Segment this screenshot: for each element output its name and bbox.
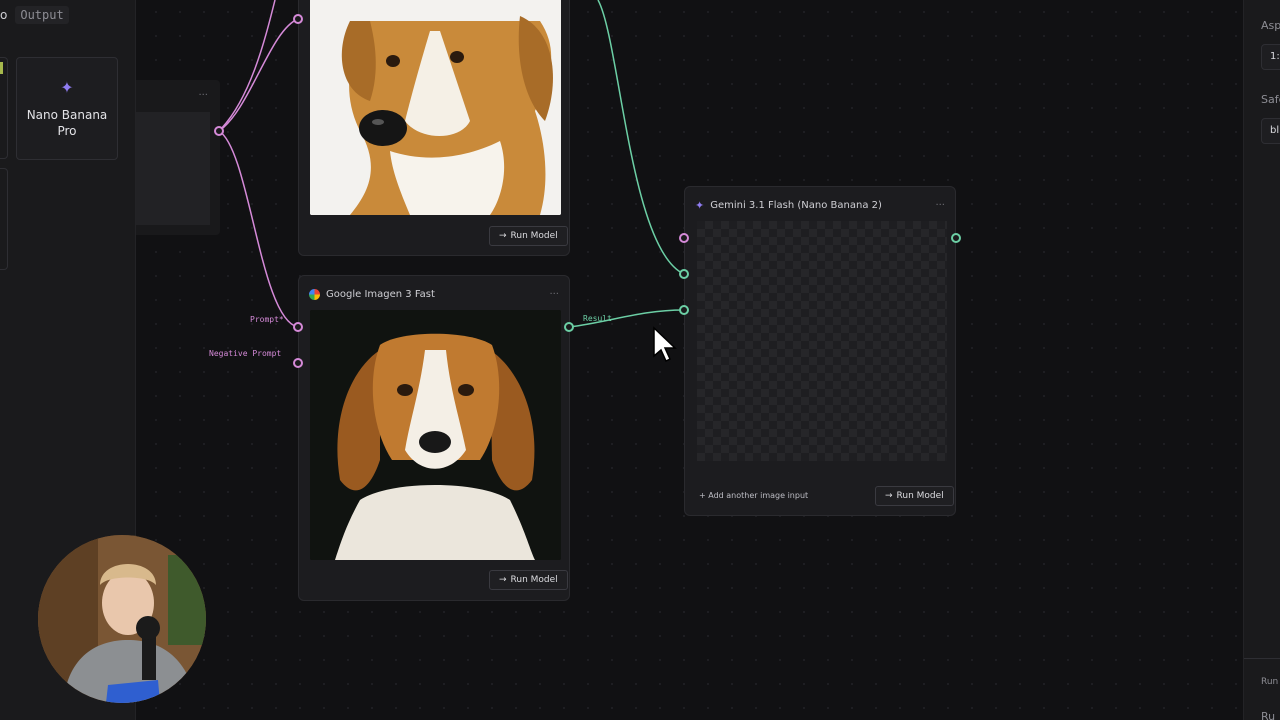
arrow-right-icon: → <box>885 491 893 501</box>
prompt-text-area[interactable] <box>136 112 210 225</box>
result-output-port[interactable] <box>564 322 574 332</box>
wire-top-to-ghost <box>218 0 276 132</box>
model-card-partial[interactable] <box>0 168 8 270</box>
wire-ghost-to-top-input <box>218 18 299 132</box>
node-header[interactable]: Google Imagen 3 Fast ··· <box>309 286 559 302</box>
sparkle-icon: ✦ <box>695 198 705 212</box>
webcam-overlay <box>38 535 206 703</box>
node-menu-icon[interactable]: ··· <box>198 90 208 101</box>
model-card-label: Nano Banana Pro <box>26 108 108 138</box>
run-model-label: Run Model <box>510 575 558 585</box>
wire-ghost-to-prompt <box>218 130 299 328</box>
generated-dog-image <box>310 310 561 560</box>
panel-tabs: o Output <box>0 6 69 24</box>
input-port[interactable] <box>293 14 303 24</box>
mouse-cursor-icon <box>653 326 677 363</box>
node-title: Gemini 3.1 Flash (Nano Banana 2) <box>710 199 882 211</box>
tab-output[interactable]: Output <box>15 6 69 24</box>
prompt-input-port[interactable] <box>679 233 689 243</box>
arrow-right-icon: → <box>499 575 507 585</box>
google-imagen-node[interactable]: Google Imagen 3 Fast ··· → Run Model <box>298 275 570 601</box>
image-input-port[interactable] <box>679 305 689 315</box>
gemini-flash-node[interactable]: ✦ Gemini 3.1 Flash (Nano Banana 2) ··· +… <box>684 186 956 516</box>
add-image-input-link[interactable]: + Add another image input <box>699 491 808 500</box>
result-port-label: Result <box>583 314 612 323</box>
aspect-ratio-label: Asp <box>1261 19 1280 32</box>
node-title: Google Imagen 3 Fast <box>326 288 435 300</box>
sparkle-icon: ✦ <box>60 78 74 97</box>
run-button-partial[interactable]: Ru <box>1261 710 1275 720</box>
run-model-button[interactable]: → Run Model <box>489 570 568 590</box>
output-port[interactable] <box>951 233 961 243</box>
text-prompt-node[interactable]: ··· <box>136 80 220 235</box>
node-menu-icon[interactable]: ··· <box>549 289 559 300</box>
arrow-right-icon: → <box>499 231 507 241</box>
image-node-top[interactable]: → Run Model <box>298 0 570 256</box>
model-card-accent <box>0 62 3 74</box>
run-model-button[interactable]: → Run Model <box>489 226 568 246</box>
node-menu-icon[interactable]: ··· <box>935 200 945 211</box>
wire-top-to-gemini <box>597 0 685 275</box>
prompt-port-label: Prompt* <box>250 315 284 324</box>
prompt-input-port[interactable] <box>293 322 303 332</box>
node-header[interactable]: ✦ Gemini 3.1 Flash (Nano Banana 2) ··· <box>695 197 945 213</box>
negative-prompt-port-label: Negative Prompt <box>209 349 282 358</box>
empty-image-placeholder <box>697 221 947 461</box>
generated-dog-image <box>310 0 561 215</box>
settings-panel: Asp 1:1 Safe bl Run Ru <box>1243 0 1280 720</box>
safety-select[interactable]: bl <box>1261 118 1280 144</box>
tab-partial[interactable]: o <box>0 8 7 22</box>
model-card-nano-banana-pro[interactable]: ✦ Nano Banana Pro <box>16 57 118 160</box>
run-model-button[interactable]: → Run Model <box>875 486 954 506</box>
negative-prompt-input-port[interactable] <box>293 358 303 368</box>
run-model-label: Run Model <box>510 231 558 241</box>
google-icon <box>309 288 320 300</box>
run-model-label: Run Model <box>896 491 944 501</box>
aspect-ratio-select[interactable]: 1:1 <box>1261 44 1280 70</box>
image-input-port[interactable] <box>679 269 689 279</box>
run-label: Run <box>1261 677 1279 687</box>
panel-divider <box>1244 658 1280 659</box>
safety-label: Safe <box>1261 93 1280 106</box>
output-port[interactable] <box>214 126 224 136</box>
